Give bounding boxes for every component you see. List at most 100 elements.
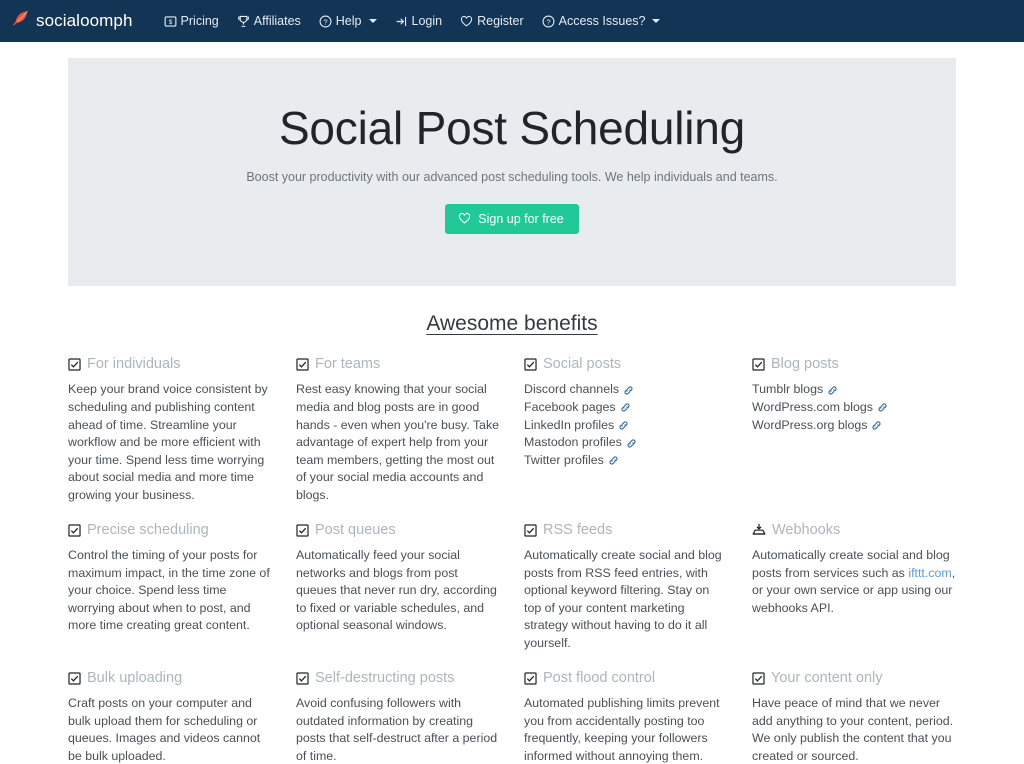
nav-item-register-label: Register xyxy=(477,14,524,28)
benefit-card: Social posts Discord channels Facebook pag… xyxy=(524,356,728,522)
page-title: Social Post Scheduling xyxy=(278,102,746,154)
list-item: Tumblr blogs xyxy=(752,381,956,399)
nav-item-help-label: Help xyxy=(335,14,362,28)
benefit-link[interactable]: Facebook pages xyxy=(524,399,616,417)
checkbox-checked-icon xyxy=(524,672,537,685)
benefit-card: For individuals Keep your brand voice con… xyxy=(68,356,272,522)
external-link-icon xyxy=(827,385,838,396)
benefit-link[interactable]: WordPress.org blogs xyxy=(752,417,867,435)
benefits-grid: For individuals Keep your brand voice con… xyxy=(68,356,956,764)
benefit-card: RSS feeds Automatically create social and… xyxy=(524,522,728,670)
benefit-card: Webhooks Automatically create social and … xyxy=(752,522,956,670)
benefit-card-header: Blog posts xyxy=(752,356,956,373)
dollar-square-icon: $ xyxy=(164,15,177,28)
external-link-icon xyxy=(620,402,631,413)
benefit-card-body: Automated publishing limits prevent you … xyxy=(524,696,720,763)
list-item: Twitter profiles xyxy=(524,452,728,470)
benefit-card-title: Your content only xyxy=(771,669,883,686)
brand-logo-link[interactable]: socialoomph xyxy=(12,10,133,32)
benefit-card-body: Avoid confusing followers with outdated … xyxy=(296,696,498,763)
benefit-card-title: Post queues xyxy=(315,521,396,538)
inbox-download-icon xyxy=(752,523,766,537)
benefit-card-body: Automatically create social and blog pos… xyxy=(524,548,722,651)
nav-item-login[interactable]: Login xyxy=(386,10,452,32)
external-link-icon xyxy=(626,438,637,449)
heart-icon xyxy=(458,212,471,225)
list-item: Mastodon profiles xyxy=(524,434,728,452)
benefits-section: Awesome benefits For individuals Keep you… xyxy=(68,312,956,764)
question-circle-icon: ? xyxy=(542,15,555,28)
heart-icon xyxy=(460,15,473,28)
external-link-icon xyxy=(608,455,619,466)
question-circle-icon: ? xyxy=(319,15,332,28)
benefit-card-header: Post flood control xyxy=(524,670,728,687)
benefit-card-title: Precise scheduling xyxy=(87,521,209,538)
checkbox-checked-icon xyxy=(68,672,81,685)
nav-item-pricing-label: Pricing xyxy=(180,14,219,28)
list-item: LinkedIn profiles xyxy=(524,417,728,435)
benefit-card-header: Self-destructing posts xyxy=(296,670,500,687)
list-item: WordPress.org blogs xyxy=(752,417,956,435)
benefit-inline-link[interactable]: ifttt.com xyxy=(908,566,951,580)
benefit-link[interactable]: LinkedIn profiles xyxy=(524,417,614,435)
hero-banner: Social Post Scheduling Boost your produc… xyxy=(68,58,956,286)
svg-text:?: ? xyxy=(323,17,327,26)
external-link-icon xyxy=(871,420,882,431)
checkbox-checked-icon xyxy=(524,524,537,537)
benefit-card-header: Precise scheduling xyxy=(68,522,272,539)
benefit-card-body: Keep your brand voice consistent by sche… xyxy=(68,382,268,503)
benefit-card-title: For teams xyxy=(315,356,381,372)
brand-label: socialoomph xyxy=(36,11,133,30)
benefit-card-body: Automatically feed your social networks … xyxy=(296,548,497,633)
benefit-link[interactable]: Discord channels xyxy=(524,381,619,399)
top-navbar: socialoomph $ Pricing Affiliates ? Help … xyxy=(0,0,1024,42)
benefit-card: Your content only Have peace of mind that… xyxy=(752,670,956,764)
signup-button[interactable]: Sign up for free xyxy=(445,203,579,234)
benefit-card-header: Social posts xyxy=(524,356,728,373)
benefit-card: Post queues Automatically feed your socia… xyxy=(296,522,500,670)
benefit-link-list: Discord channels Facebook pages LinkedIn p… xyxy=(524,381,728,469)
external-link-icon xyxy=(623,385,634,396)
benefit-card-body: Craft posts on your computer and bulk up… xyxy=(68,696,261,763)
benefit-link[interactable]: Twitter profiles xyxy=(524,452,604,470)
benefit-card-body: Have peace of mind that we never add any… xyxy=(752,696,954,763)
checkbox-checked-icon xyxy=(296,524,309,537)
benefit-card: Precise scheduling Control the timing of … xyxy=(68,522,272,670)
benefit-card-title: Post flood control xyxy=(543,669,656,686)
benefit-link[interactable]: Tumblr blogs xyxy=(752,381,823,399)
nav-item-affiliates[interactable]: Affiliates xyxy=(228,10,310,32)
feather-icon xyxy=(12,10,29,32)
benefit-card-header: Your content only xyxy=(752,670,956,687)
benefit-card-header: Webhooks xyxy=(752,522,956,539)
nav-item-pricing[interactable]: $ Pricing xyxy=(155,10,228,32)
nav-item-access-issues[interactable]: ? Access Issues? xyxy=(533,10,670,32)
benefit-card-body: Control the timing of your posts for max… xyxy=(68,548,270,633)
benefit-card: Post flood control Automated publishing l… xyxy=(524,670,728,764)
chevron-down-icon xyxy=(652,19,661,23)
checkbox-checked-icon xyxy=(524,358,537,371)
benefit-card-header: RSS feeds xyxy=(524,522,728,539)
external-link-icon xyxy=(618,420,629,431)
benefit-card-title: Self-destructing posts xyxy=(315,669,455,686)
benefit-card-title: RSS feeds xyxy=(543,521,613,538)
benefit-card-title: For individuals xyxy=(87,356,181,372)
signup-button-label: Sign up for free xyxy=(478,211,564,226)
nav-item-login-label: Login xyxy=(411,14,443,28)
chevron-down-icon xyxy=(368,19,377,23)
list-item: Facebook pages xyxy=(524,399,728,417)
benefit-link[interactable]: WordPress.com blogs xyxy=(752,399,873,417)
checkbox-checked-icon xyxy=(296,672,309,685)
benefit-card-body: Rest easy knowing that your social media… xyxy=(296,382,500,503)
benefit-card-header: Post queues xyxy=(296,522,500,539)
checkbox-checked-icon xyxy=(68,524,81,537)
svg-text:$: $ xyxy=(168,19,172,26)
benefit-card-header: For teams xyxy=(296,356,500,373)
nav-item-help[interactable]: ? Help xyxy=(310,10,386,32)
benefit-card-title: Webhooks xyxy=(772,521,841,538)
checkbox-checked-icon xyxy=(752,672,765,685)
benefit-link[interactable]: Mastodon profiles xyxy=(524,434,622,452)
benefit-card-header: For individuals xyxy=(68,356,272,373)
nav-item-register[interactable]: Register xyxy=(451,10,533,32)
list-item: Discord channels xyxy=(524,381,728,399)
benefit-card-title: Blog posts xyxy=(771,356,839,372)
